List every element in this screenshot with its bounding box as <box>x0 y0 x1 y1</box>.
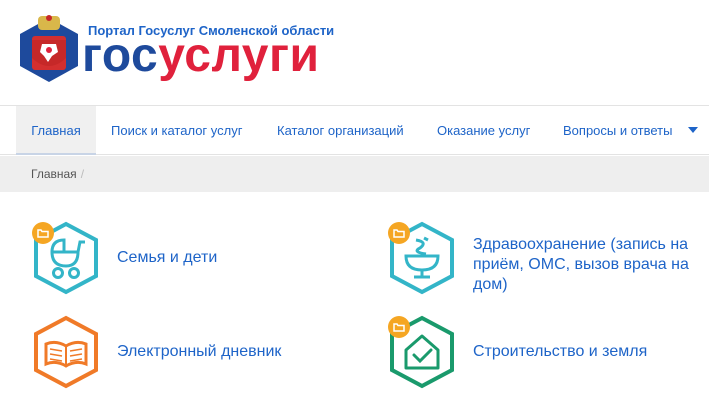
category-e-diary[interactable]: Электронный дневник <box>30 314 360 394</box>
nav-item-organizations[interactable]: Каталог организаций <box>277 106 404 155</box>
breadcrumb-bar: Главная / <box>0 156 709 192</box>
category-family-label: Семья и дети <box>117 249 218 266</box>
folder-icon <box>388 222 410 244</box>
brand-uslugi: услуги <box>158 29 320 82</box>
smolensk-emblem-icon[interactable] <box>16 10 82 88</box>
chevron-down-icon[interactable] <box>688 127 698 133</box>
category-e-diary-label: Электронный дневник <box>117 343 282 360</box>
folder-icon <box>32 222 54 244</box>
category-construction-label: Строительство и земля <box>473 343 648 360</box>
nav-item-services-catalog[interactable]: Поиск и каталог услуг <box>111 106 242 155</box>
breadcrumb-separator: / <box>80 167 85 181</box>
breadcrumb: Главная / <box>31 156 84 192</box>
category-healthcare[interactable]: Здравоохранение (запись на приём, ОМС, в… <box>386 220 709 300</box>
nav-item-service-provision[interactable]: Оказание услуг <box>437 106 530 155</box>
open-book-icon <box>34 315 98 389</box>
category-construction[interactable]: Строительство и земля <box>386 314 709 394</box>
nav-item-home[interactable]: Главная <box>16 106 96 155</box>
brand-gos: гос <box>82 29 159 82</box>
category-family[interactable]: Семья и дети <box>30 220 360 300</box>
folder-icon <box>388 316 410 338</box>
nav-item-faq[interactable]: Вопросы и ответы <box>563 106 672 155</box>
breadcrumb-item-home[interactable]: Главная <box>31 167 77 181</box>
category-healthcare-label: Здравоохранение (запись на приём, ОМС, в… <box>473 236 689 293</box>
header: Портал Госуслуг Смоленской области госус… <box>0 0 709 105</box>
main-navbar: Главная Поиск и каталог услуг Каталог ор… <box>0 105 709 155</box>
brand-logo-text[interactable]: госуслуги <box>82 30 320 82</box>
